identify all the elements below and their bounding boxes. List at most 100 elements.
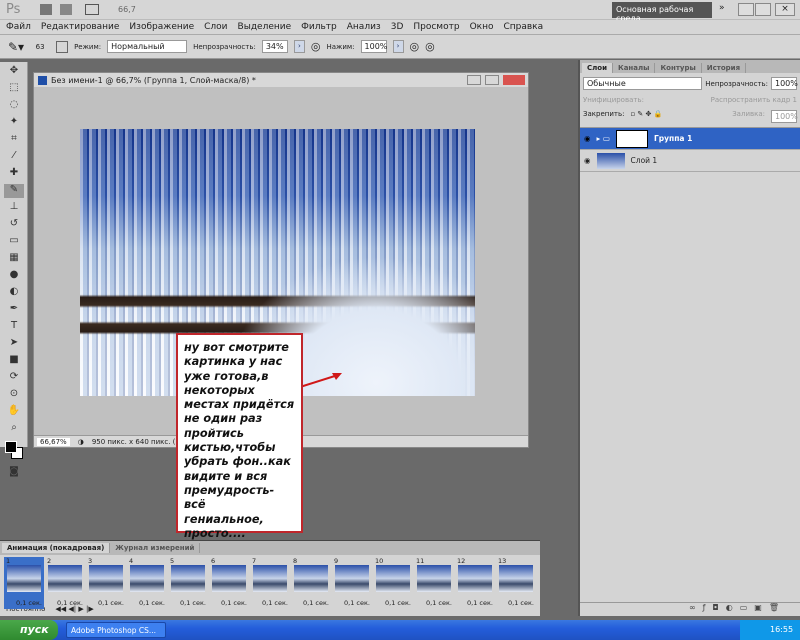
layer-opacity-field[interactable]: 100% bbox=[771, 77, 798, 90]
fill-field[interactable]: 100% bbox=[771, 110, 798, 123]
airbrush-icon[interactable]: ◎ bbox=[410, 40, 420, 53]
tab-paths[interactable]: Контуры bbox=[655, 63, 702, 73]
animation-frame[interactable]: 5 0,1 сек. bbox=[168, 557, 208, 609]
animation-frame[interactable]: 11 0,1 сек. bbox=[414, 557, 454, 609]
brush-panel-icon[interactable] bbox=[56, 40, 69, 53]
doc-minimize-button[interactable] bbox=[467, 75, 481, 85]
healing-brush-icon[interactable]: ✚ bbox=[4, 167, 24, 181]
type-tool-icon[interactable]: T bbox=[4, 320, 24, 334]
eraser-tool-icon[interactable]: ▭ bbox=[4, 235, 24, 249]
foreground-color[interactable] bbox=[5, 441, 17, 453]
hand-tool-icon[interactable]: ✋ bbox=[4, 405, 24, 419]
visibility-eye-icon[interactable]: ◉ bbox=[584, 156, 591, 165]
frame-delay[interactable]: 0,1 сек. bbox=[344, 599, 370, 607]
view-extras-icon[interactable] bbox=[85, 4, 99, 15]
mode-select[interactable]: Нормальный bbox=[107, 40, 188, 53]
blur-tool-icon[interactable]: ● bbox=[4, 269, 24, 283]
visibility-eye-icon[interactable]: ◉ bbox=[584, 134, 591, 143]
zoom-tool-icon[interactable]: ⌕ bbox=[4, 422, 24, 436]
brush-tool-icon[interactable]: ✎▾ bbox=[8, 40, 24, 54]
animation-frame[interactable]: 8 0,1 сек. bbox=[291, 557, 331, 609]
workspace-button[interactable]: Основная рабочая среда bbox=[612, 2, 712, 23]
tab-channels[interactable]: Каналы bbox=[612, 63, 656, 73]
layer-row-group1[interactable]: ◉ ▸ ▭ Группа 1 bbox=[580, 128, 800, 150]
flow-field[interactable]: 100% bbox=[360, 40, 387, 53]
quick-mask-icon[interactable]: ◙ bbox=[4, 466, 24, 480]
menu-help[interactable]: Справка bbox=[503, 22, 543, 32]
3d-orbit-icon[interactable]: ⊙ bbox=[4, 388, 24, 402]
menu-analysis[interactable]: Анализ bbox=[347, 22, 381, 32]
animation-frame[interactable]: 4 0,1 сек. bbox=[127, 557, 167, 609]
tab-measurement-log[interactable]: Журнал измерений bbox=[110, 543, 201, 553]
mini-bridge-icon[interactable] bbox=[60, 4, 72, 15]
more-icon[interactable]: » bbox=[719, 3, 725, 13]
animation-frame[interactable]: 7 0,1 сек. bbox=[250, 557, 290, 609]
tab-history[interactable]: История bbox=[701, 63, 747, 73]
zoom-level[interactable]: 66,7 bbox=[118, 5, 136, 14]
blend-mode-select[interactable]: Обычные bbox=[583, 77, 703, 90]
start-button[interactable]: пуск bbox=[0, 620, 58, 640]
menu-filter[interactable]: Фильтр bbox=[301, 22, 337, 32]
status-menu-icon[interactable]: ◑ bbox=[78, 438, 84, 446]
layers-footer-buttons[interactable]: ∞ƒ◘◐▭▣🗑 bbox=[580, 602, 800, 616]
frame-delay[interactable]: 0,1 сек. bbox=[16, 599, 42, 607]
animation-frame[interactable]: 9 0,1 сек. bbox=[332, 557, 372, 609]
menu-layers[interactable]: Слои bbox=[204, 22, 227, 32]
restore-button[interactable] bbox=[755, 3, 771, 16]
animation-frame[interactable]: 1 0,1 сек. bbox=[4, 557, 44, 609]
frame-delay[interactable]: 0,1 сек. bbox=[221, 599, 247, 607]
crop-tool-icon[interactable]: ⌗ bbox=[4, 133, 24, 147]
lock-icons[interactable]: ▫ ✎ ✥ 🔒 bbox=[630, 110, 662, 123]
taskbar-photoshop[interactable]: Adobe Photoshop CS... bbox=[66, 622, 166, 638]
frame-delay[interactable]: 0,1 сек. bbox=[385, 599, 411, 607]
frame-delay[interactable]: 0,1 сек. bbox=[98, 599, 124, 607]
doc-close-button[interactable] bbox=[503, 75, 525, 85]
frame-delay[interactable]: 0,1 сек. bbox=[426, 599, 452, 607]
tablet-size-icon[interactable]: ◎ bbox=[425, 40, 435, 53]
animation-frame[interactable]: 12 0,1 сек. bbox=[455, 557, 495, 609]
menu-window[interactable]: Окно bbox=[470, 22, 494, 32]
close-button[interactable]: × bbox=[775, 3, 795, 16]
frame-delay[interactable]: 0,1 сек. bbox=[508, 599, 534, 607]
tab-layers[interactable]: Слои bbox=[582, 63, 613, 73]
menu-image[interactable]: Изображение bbox=[129, 22, 194, 32]
shape-tool-icon[interactable]: ■ bbox=[4, 354, 24, 368]
magic-wand-icon[interactable]: ✦ bbox=[4, 116, 24, 130]
menu-3d[interactable]: 3D bbox=[391, 22, 404, 32]
animation-frame[interactable]: 10 0,1 сек. bbox=[373, 557, 413, 609]
tablet-opacity-icon[interactable]: ◎ bbox=[311, 40, 321, 53]
layer-mask-thumbnail[interactable] bbox=[616, 129, 649, 148]
gradient-tool-icon[interactable]: ▦ bbox=[4, 252, 24, 266]
menu-view[interactable]: Просмотр bbox=[413, 22, 459, 32]
marquee-tool-icon[interactable]: ⬚ bbox=[4, 82, 24, 96]
frame-delay[interactable]: 0,1 сек. bbox=[262, 599, 288, 607]
tab-animation[interactable]: Анимация (покадровая) bbox=[2, 543, 111, 553]
frame-delay[interactable]: 0,1 сек. bbox=[57, 599, 83, 607]
doc-maximize-button[interactable] bbox=[485, 75, 499, 85]
history-brush-icon[interactable]: ↺ bbox=[4, 218, 24, 232]
frame-delay[interactable]: 0,1 сек. bbox=[467, 599, 493, 607]
eyedropper-icon[interactable]: ⁄ bbox=[4, 150, 24, 164]
opacity-slider-button[interactable]: › bbox=[293, 40, 305, 53]
frame-delay[interactable]: 0,1 сек. bbox=[303, 599, 329, 607]
brush-tool-icon[interactable]: ✎ bbox=[4, 184, 24, 198]
color-swatches[interactable] bbox=[0, 439, 27, 463]
frame-delay[interactable]: 0,1 сек. bbox=[139, 599, 165, 607]
brush-size[interactable]: 63 bbox=[30, 43, 50, 51]
flow-slider-button[interactable]: › bbox=[392, 40, 404, 53]
bridge-icon[interactable] bbox=[40, 4, 52, 15]
dodge-tool-icon[interactable]: ◐ bbox=[4, 286, 24, 300]
menu-edit[interactable]: Редактирование bbox=[41, 22, 120, 32]
animation-frame[interactable]: 13 0,1 сек. bbox=[496, 557, 536, 609]
menu-select[interactable]: Выделение bbox=[238, 22, 292, 32]
move-tool-icon[interactable]: ✥ bbox=[4, 65, 24, 79]
propagate-frame-checkbox[interactable]: Распространить кадр 1 bbox=[711, 96, 797, 104]
animation-frame[interactable]: 3 0,1 сек. bbox=[86, 557, 126, 609]
opacity-field[interactable]: 34% bbox=[261, 40, 288, 53]
stamp-tool-icon[interactable]: ⊥ bbox=[4, 201, 24, 215]
lasso-tool-icon[interactable]: ◌ bbox=[4, 99, 24, 113]
frame-delay[interactable]: 0,1 сек. bbox=[180, 599, 206, 607]
pen-tool-icon[interactable]: ✒ bbox=[4, 303, 24, 317]
3d-rotate-icon[interactable]: ⟳ bbox=[4, 371, 24, 385]
minimize-button[interactable] bbox=[738, 3, 754, 16]
